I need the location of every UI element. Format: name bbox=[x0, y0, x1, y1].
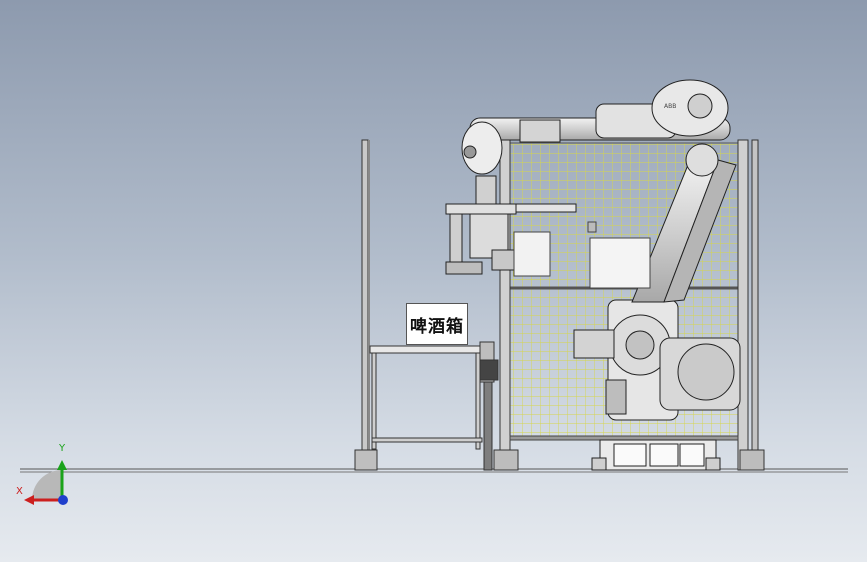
x-axis-label: X bbox=[16, 486, 23, 497]
coordinate-triad bbox=[24, 460, 68, 505]
beer-box-label: 啤酒箱 bbox=[406, 303, 468, 345]
triad-plane bbox=[32, 470, 62, 500]
y-axis-label: Y bbox=[59, 443, 66, 454]
floor-line bbox=[20, 468, 848, 473]
robot-base bbox=[591, 439, 721, 471]
robot-brand-mark: ABB bbox=[664, 103, 676, 110]
assembly-drawing: ABB bbox=[20, 79, 848, 505]
cad-viewport[interactable]: ABB 啤酒箱 Y X bbox=[0, 0, 867, 562]
z-axis-dot bbox=[58, 495, 68, 505]
